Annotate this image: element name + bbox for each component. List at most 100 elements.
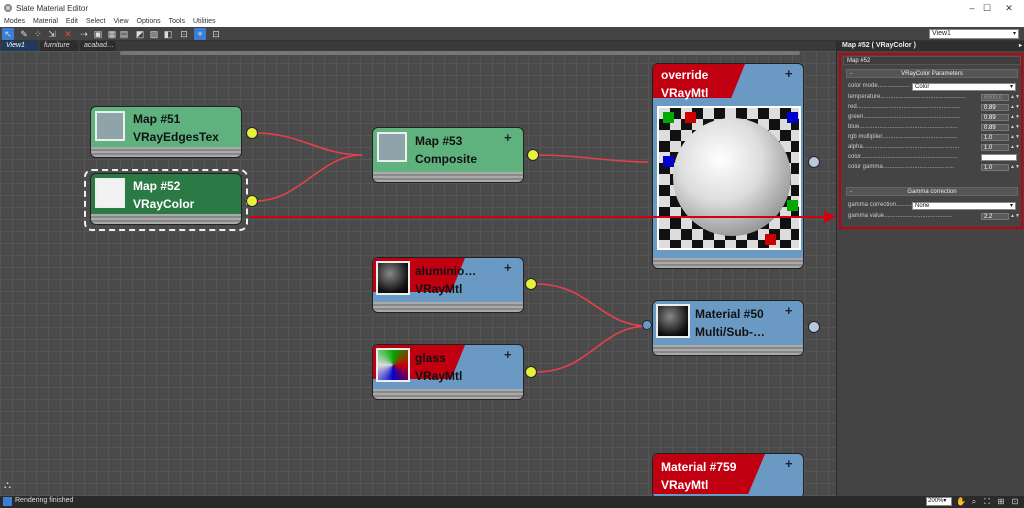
material50-input-socket[interactable] xyxy=(642,320,652,330)
param-label: temperature.............................… xyxy=(848,94,966,100)
temperature-spinner[interactable]: 6500.0 xyxy=(981,94,1009,101)
gamma-correction-dropdown[interactable]: None ▾ xyxy=(912,202,1016,210)
color-swatch[interactable] xyxy=(981,154,1017,161)
zoom-extents-icon[interactable]: ⛶ xyxy=(982,497,992,507)
hide-icon[interactable]: ▣ xyxy=(92,28,104,40)
menu-tools[interactable]: Tools xyxy=(169,18,185,25)
param-alpha: alpha...................................… xyxy=(848,143,1020,152)
menu-view[interactable]: View xyxy=(113,18,128,25)
node-material759[interactable]: Material #759 VRayMtl + xyxy=(652,453,804,496)
canvas-scrollbar[interactable] xyxy=(120,51,800,55)
spinner-arrows-icon[interactable]: ▲▼ xyxy=(1010,133,1020,142)
parameter-highlight-box: Map #52 - VRayColor Parameters color mod… xyxy=(839,53,1023,229)
alpha-spinner[interactable]: 1.0 xyxy=(981,144,1009,151)
map51-output-socket[interactable] xyxy=(246,127,258,139)
node-map52[interactable]: Map #52 VRayColor xyxy=(90,173,242,225)
node-map52-type: VRayColor xyxy=(133,197,195,211)
binoculars-icon[interactable]: ⛬ xyxy=(4,480,11,491)
render-icon[interactable]: ⊡ xyxy=(210,28,222,40)
fit-icon[interactable]: ⊡ xyxy=(1010,497,1020,507)
spinner-arrows-icon[interactable]: ▲▼ xyxy=(1010,113,1020,122)
pick-icon[interactable]: ⁘ xyxy=(32,28,44,40)
node-aluminio[interactable]: aluminio… VRayMtl + xyxy=(372,257,524,313)
blue-spinner[interactable]: 0.89 xyxy=(981,124,1009,131)
assign-icon[interactable]: ⇲ xyxy=(46,28,58,40)
node-material759-type: VRayMtl xyxy=(661,478,709,492)
zoom-selected-icon[interactable]: ⊞ xyxy=(996,497,1006,507)
menu-edit[interactable]: Edit xyxy=(66,18,78,25)
close-button[interactable]: ✕ xyxy=(995,1,1023,15)
spinner-arrows-icon[interactable]: ▲▼ xyxy=(1010,123,1020,132)
move-children-icon[interactable]: ⇢ xyxy=(78,28,90,40)
preview-swatch-green-2 xyxy=(787,200,798,211)
select-icon[interactable]: ↖ xyxy=(2,28,14,40)
material50-thumbnail xyxy=(656,304,690,338)
panel-header: Map #52 ( VRayColor ) ▸ xyxy=(837,41,1024,51)
node-material50[interactable]: Material #50 Multi/Sub-… + xyxy=(652,300,804,356)
green-spinner[interactable]: 0.89 xyxy=(981,114,1009,121)
param-label: gamma value.............................… xyxy=(848,213,953,219)
tab-acabad[interactable]: acabad… xyxy=(80,41,116,51)
spinner-arrows-icon[interactable]: ▲▼ xyxy=(1010,93,1020,102)
spinner-arrows-icon[interactable]: ▲▼ xyxy=(1010,163,1020,172)
zoom-value: 200% xyxy=(928,498,944,504)
map-name-field[interactable]: Map #52 xyxy=(843,56,1021,65)
rgb-multiplier-spinner[interactable]: 1.0 xyxy=(981,134,1009,141)
param-label: blue....................................… xyxy=(848,124,958,130)
color-mode-dropdown[interactable]: Color ▾ xyxy=(912,83,1016,91)
node-map51[interactable]: Map #51 VRayEdgesTex xyxy=(90,106,242,158)
param-label: color gamma.............................… xyxy=(848,164,955,170)
red-spinner[interactable]: 0.89 xyxy=(981,104,1009,111)
wire-aluminio-material50 xyxy=(535,283,649,327)
spinner-arrows-icon[interactable]: ▲▼ xyxy=(1010,212,1020,221)
node-aluminio-expand-button[interactable]: + xyxy=(504,260,512,275)
show-end-result-icon[interactable]: ◧ xyxy=(162,28,174,40)
zoom-dropdown[interactable]: 200%▾ xyxy=(926,497,952,506)
param-label: gamma correction........... xyxy=(848,202,915,208)
material-map-navigator-icon[interactable]: ⊡ xyxy=(178,28,190,40)
node-glass[interactable]: glass VRayMtl + xyxy=(372,344,524,400)
node-map53-expand-button[interactable]: + xyxy=(504,130,512,145)
override-output-socket[interactable] xyxy=(808,156,820,168)
aluminio-output-socket[interactable] xyxy=(525,278,537,290)
show-background-icon[interactable]: ▨ xyxy=(148,28,160,40)
layout-children-icon[interactable]: ▤ xyxy=(118,28,130,40)
spinner-arrows-icon[interactable]: ▲▼ xyxy=(1010,143,1020,152)
glass-output-socket[interactable] xyxy=(525,366,537,378)
menu-options[interactable]: Options xyxy=(137,18,161,25)
node-glass-expand-button[interactable]: + xyxy=(504,347,512,362)
zoom-region-icon[interactable]: ⌕ xyxy=(969,497,979,507)
tab-view1[interactable]: View1 xyxy=(2,41,38,51)
menu-utilities[interactable]: Utilities xyxy=(193,18,216,25)
spinner-arrows-icon[interactable]: ▲▼ xyxy=(1010,103,1020,112)
node-view-canvas[interactable]: Map #51 VRayEdgesTex Map #52 VRayColor M… xyxy=(0,51,836,496)
gamma-value-spinner[interactable]: 2.2 xyxy=(981,213,1009,220)
panel-collapse-icon[interactable]: ▸ xyxy=(1019,41,1022,51)
eyedropper-icon[interactable]: ✎ xyxy=(18,28,30,40)
rollout-vraycolor-parameters[interactable]: - VRayColor Parameters xyxy=(846,69,1018,78)
rollout-collapse-icon[interactable]: - xyxy=(850,70,852,78)
menu-modes[interactable]: Modes xyxy=(4,18,25,25)
node-override-expand-button[interactable]: + xyxy=(785,66,793,81)
title-bar: Slate Material Editor – ☐ ✕ xyxy=(0,0,1024,16)
highlight-icon[interactable]: ⌖ xyxy=(194,28,206,40)
node-material759-expand-button[interactable]: + xyxy=(785,456,793,471)
rollout-gamma-correction[interactable]: - Gamma correction xyxy=(846,187,1018,196)
show-map-icon[interactable]: ◩ xyxy=(134,28,146,40)
wire-map52-map53 xyxy=(255,154,363,202)
color-gamma-spinner[interactable]: 1.0 xyxy=(981,164,1009,171)
material50-output-socket[interactable] xyxy=(808,321,820,333)
pan-icon[interactable]: ✋ xyxy=(956,497,966,507)
rollout-collapse-icon[interactable]: - xyxy=(850,188,852,196)
node-material50-expand-button[interactable]: + xyxy=(785,303,793,318)
menu-material[interactable]: Material xyxy=(33,18,58,25)
menu-select[interactable]: Select xyxy=(86,18,105,25)
layout-icon[interactable]: ▦ xyxy=(106,28,118,40)
tab-furniture[interactable]: furniture xyxy=(40,41,78,51)
node-map53[interactable]: Map #53 Composite + xyxy=(372,127,524,183)
map52-output-socket[interactable] xyxy=(246,195,258,207)
view-selector[interactable]: View1 ▾ xyxy=(929,29,1019,39)
node-override[interactable]: override VRayMtl + xyxy=(652,63,804,269)
map53-output-socket[interactable] xyxy=(527,149,539,161)
delete-icon[interactable]: ✕ xyxy=(62,28,74,40)
